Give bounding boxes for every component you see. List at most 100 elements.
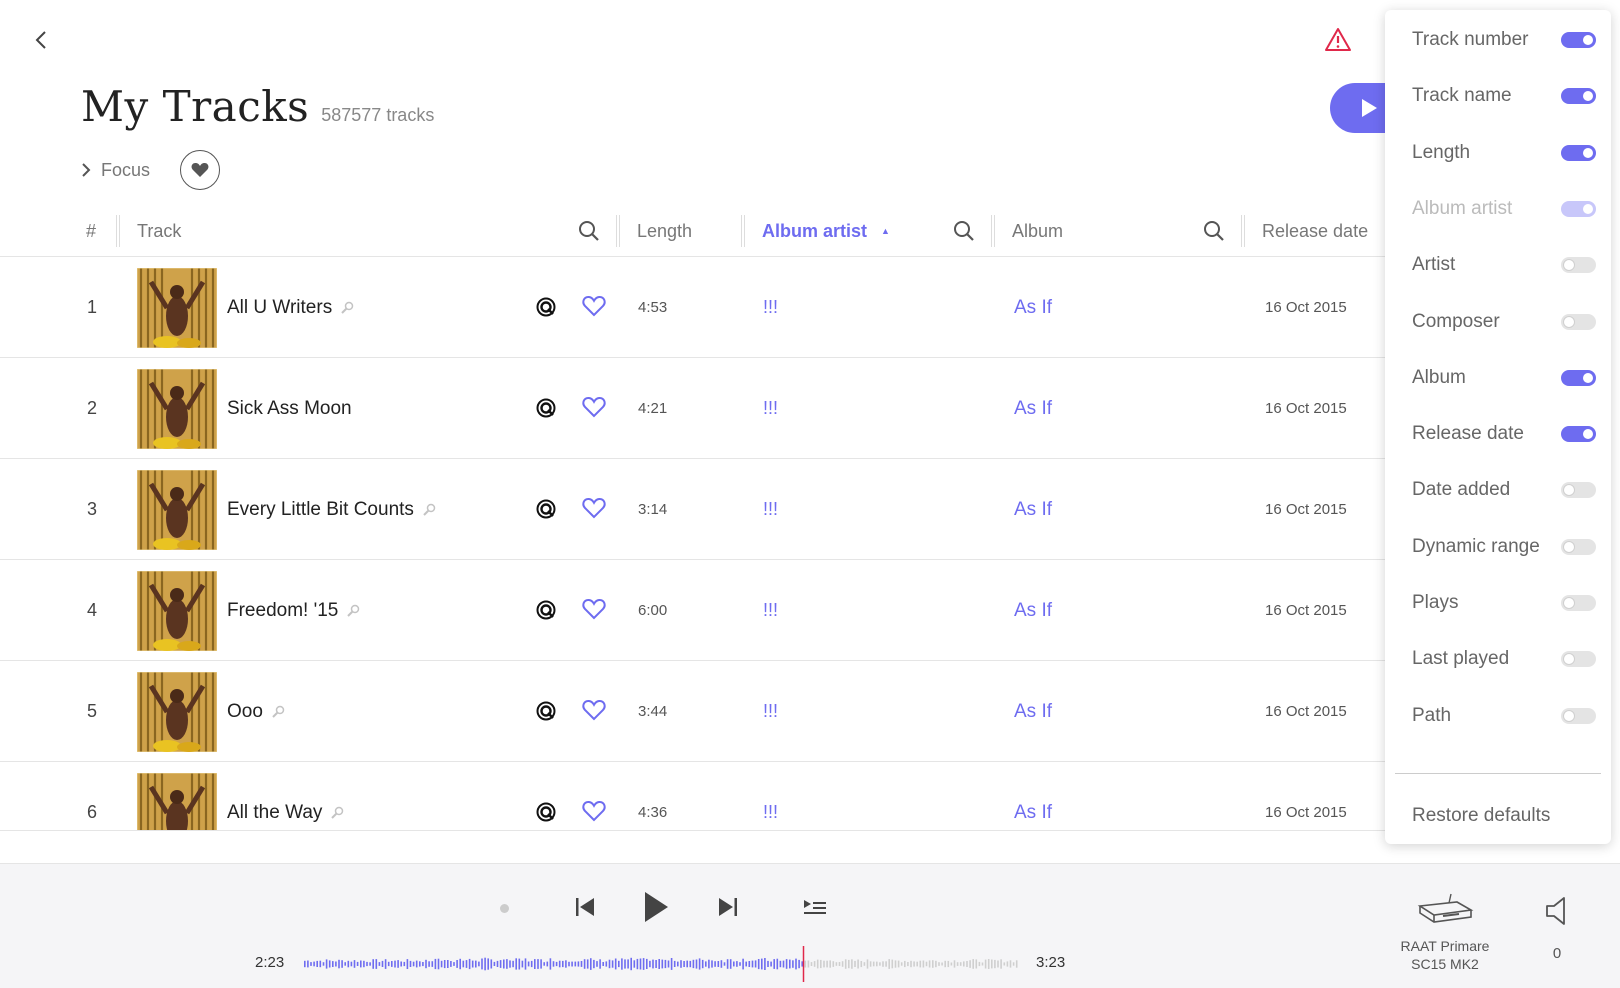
toggle-switch[interactable]: [1561, 707, 1596, 724]
column-toggle-date-added[interactable]: Date added: [1385, 461, 1611, 519]
album-art[interactable]: [137, 571, 217, 651]
column-toggle-release-date[interactable]: Release date: [1385, 405, 1611, 463]
album-art[interactable]: [137, 470, 217, 550]
toggle-switch[interactable]: [1561, 426, 1596, 443]
album-search-button[interactable]: [1203, 205, 1225, 257]
column-divider[interactable]: [1241, 215, 1245, 247]
toggle-switch[interactable]: [1561, 313, 1596, 330]
column-toggle-track-name[interactable]: Track name: [1385, 67, 1611, 125]
album-art[interactable]: [137, 773, 217, 830]
column-toggle-path[interactable]: Path: [1385, 687, 1611, 745]
heart-outline-icon[interactable]: [582, 699, 606, 726]
waveform-bar: [369, 962, 371, 966]
column-toggle-artist[interactable]: Artist: [1385, 236, 1611, 294]
table-row[interactable]: 6 All the Way 4:36 !!! As If 16 Oct 2015: [0, 762, 1385, 830]
album-link[interactable]: As If: [1014, 762, 1052, 830]
table-row[interactable]: 3 Every Little Bit Counts 3:14 !!! As If…: [0, 459, 1385, 560]
column-toggle-plays[interactable]: Plays: [1385, 574, 1611, 632]
album-artist-link[interactable]: !!!: [763, 560, 778, 661]
column-toggle-last-played[interactable]: Last played: [1385, 630, 1611, 688]
album-art[interactable]: [137, 369, 217, 449]
heart-outline-icon[interactable]: [582, 598, 606, 625]
toggle-switch[interactable]: [1561, 257, 1596, 274]
track-name[interactable]: Sick Ass Moon: [227, 358, 352, 459]
toggle-switch[interactable]: [1561, 595, 1596, 611]
waveform-bar: [726, 959, 729, 969]
column-divider[interactable]: [116, 215, 120, 247]
waveform-bar: [978, 961, 981, 967]
play-button[interactable]: [643, 891, 669, 928]
heart-outline-icon[interactable]: [582, 295, 606, 322]
track-name[interactable]: Ooo: [227, 661, 285, 762]
track-name[interactable]: Freedom! '15: [227, 560, 360, 661]
column-toggle-dynamic-range[interactable]: Dynamic range: [1385, 518, 1611, 576]
waveform-bar: [932, 960, 934, 968]
album-artist-link[interactable]: !!!: [763, 257, 778, 358]
column-toggle-length[interactable]: Length: [1385, 124, 1611, 182]
toggle-switch[interactable]: [1561, 651, 1596, 668]
radio-dot-icon[interactable]: [500, 904, 509, 913]
album-art[interactable]: [137, 672, 217, 752]
album-link[interactable]: As If: [1014, 358, 1052, 459]
album-artist-search-button[interactable]: [953, 205, 975, 257]
toggle-switch[interactable]: [1561, 88, 1596, 105]
album-artist-link[interactable]: !!!: [763, 358, 778, 459]
waveform-bar: [947, 960, 950, 968]
back-button[interactable]: [28, 26, 56, 54]
column-divider[interactable]: [991, 215, 995, 247]
restore-defaults-button[interactable]: Restore defaults: [1412, 805, 1550, 827]
next-button[interactable]: [717, 896, 739, 923]
track-number: 5: [86, 701, 97, 721]
toggle-switch[interactable]: [1561, 538, 1596, 555]
column-toggle-album-artist[interactable]: Album artist: [1385, 180, 1611, 238]
toggle-switch[interactable]: [1561, 369, 1596, 386]
col-header-track[interactable]: Track: [137, 205, 181, 257]
column-toggle-album[interactable]: Album: [1385, 349, 1611, 407]
zone-selector[interactable]: RAAT Primare SC15 MK2: [1390, 892, 1500, 973]
album-link[interactable]: As If: [1014, 661, 1052, 762]
waveform-seekbar[interactable]: [303, 944, 1018, 984]
track-name[interactable]: All the Way: [227, 762, 344, 830]
waveform-bar: [757, 959, 760, 970]
queue-button[interactable]: [803, 898, 827, 921]
album-artist-link[interactable]: !!!: [763, 762, 778, 830]
toggle-switch[interactable]: [1561, 482, 1596, 499]
album-artist-link[interactable]: !!!: [763, 661, 778, 762]
column-divider[interactable]: [616, 215, 620, 247]
previous-button[interactable]: [574, 896, 596, 923]
focus-button[interactable]: Focus: [81, 160, 150, 181]
table-row[interactable]: 2 Sick Ass Moon 4:21 !!! As If 16 Oct 20…: [0, 358, 1385, 459]
column-toggle-composer[interactable]: Composer: [1385, 293, 1611, 351]
waveform-bar: [409, 960, 412, 967]
heart-outline-icon[interactable]: [582, 396, 606, 423]
col-header-num[interactable]: #: [86, 205, 96, 257]
album-link[interactable]: As If: [1014, 459, 1052, 560]
favorites-filter-button[interactable]: [180, 150, 221, 190]
toggle-switch[interactable]: [1561, 32, 1596, 48]
album-link[interactable]: As If: [1014, 257, 1052, 358]
col-header-album-artist[interactable]: Album artist ▲: [762, 205, 890, 257]
album-art[interactable]: [137, 268, 217, 348]
toggle-switch[interactable]: [1561, 144, 1596, 161]
waveform-bar: [406, 959, 409, 969]
table-row[interactable]: 5 Ooo 3:44 !!! As If 16 Oct 2015: [0, 661, 1385, 762]
volume-button[interactable]: 0: [1540, 896, 1574, 962]
col-header-album[interactable]: Album: [1012, 205, 1063, 257]
column-toggle-track-number[interactable]: Track number: [1385, 11, 1611, 69]
table-row[interactable]: 4 Freedom! '15 6:00 !!! As If 16 Oct 201…: [0, 560, 1385, 661]
album-link[interactable]: As If: [1014, 560, 1052, 661]
col-header-release-date[interactable]: Release date: [1262, 205, 1368, 257]
track-name[interactable]: All U Writers: [227, 257, 354, 358]
toggle-switch[interactable]: [1561, 200, 1596, 217]
table-row[interactable]: 1 All U Writers 4:53 !!! As If 16 Oct 20…: [0, 257, 1385, 358]
album-artist-link[interactable]: !!!: [763, 459, 778, 560]
column-divider[interactable]: [741, 215, 745, 247]
waveform-bar: [904, 960, 906, 968]
release-date: 16 Oct 2015: [1265, 299, 1347, 316]
heart-outline-icon[interactable]: [582, 800, 606, 827]
col-header-length[interactable]: Length: [637, 205, 692, 257]
track-name[interactable]: Every Little Bit Counts: [227, 459, 436, 560]
track-search-button[interactable]: [578, 205, 600, 257]
warning-icon[interactable]: [1324, 26, 1352, 54]
heart-outline-icon[interactable]: [582, 497, 606, 524]
